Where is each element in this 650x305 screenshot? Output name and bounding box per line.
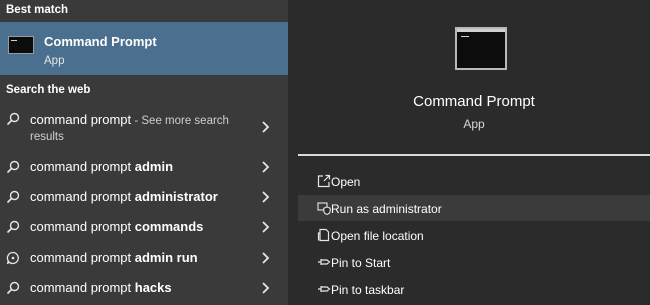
open-icon: [317, 174, 331, 188]
search-icon: [6, 160, 20, 174]
chat-bubble-icon: [6, 251, 19, 265]
web-result-prefix: command prompt: [30, 250, 135, 265]
web-result-bold: administrator: [134, 189, 218, 204]
chevron-right-icon: [262, 221, 270, 233]
details-pane: Command Prompt App Open Run as administr…: [288, 0, 650, 305]
run-as-administrator-label: Run as administrator: [331, 202, 442, 216]
chevron-right-icon: [262, 161, 270, 173]
web-result-text: command prompt admin: [30, 159, 173, 174]
web-result-item[interactable]: command prompt commands: [0, 212, 288, 242]
web-result-text: command prompt administrator: [30, 189, 218, 204]
pin-to-start-label: Pin to Start: [331, 256, 391, 270]
open-label: Open: [331, 175, 361, 189]
search-icon: [6, 220, 20, 234]
divider: [298, 154, 650, 156]
see-more-text: - See more search: [131, 115, 229, 127]
web-result-prefix: command prompt: [30, 159, 135, 174]
command-prompt-icon: [455, 27, 507, 70]
best-match-name: Command Prompt: [44, 34, 157, 49]
web-result-bold: commands: [134, 219, 204, 234]
app-preview: Command Prompt App: [298, 0, 650, 156]
pin-to-taskbar-label: Pin to taskbar: [331, 283, 405, 297]
web-result-text: command prompt admin run: [30, 250, 198, 265]
web-result-item[interactable]: command prompt - See more search results: [0, 106, 288, 148]
web-result-text: command prompt hacks: [30, 280, 172, 295]
web-result-bold: admin: [134, 159, 174, 174]
web-result-line2: results: [30, 131, 64, 143]
web-result-prefix: command prompt: [30, 112, 132, 127]
icon-title-bar: [457, 29, 505, 32]
best-match-item[interactable]: Command Prompt App: [0, 22, 288, 75]
results-pane: Best match Command Prompt App Search the…: [0, 0, 288, 305]
open-file-location-action[interactable]: Open file location: [298, 222, 650, 248]
pin-to-taskbar-action[interactable]: Pin to taskbar: [298, 276, 650, 302]
web-result-item[interactable]: command prompt administrator: [0, 182, 288, 212]
icon-prompt-line: [461, 36, 469, 37]
start-search-panel: Best match Command Prompt App Search the…: [0, 0, 650, 305]
open-file-location-label: Open file location: [331, 229, 424, 243]
open-action[interactable]: Open: [298, 168, 650, 194]
best-match-type: App: [44, 55, 65, 67]
web-result-prefix: command prompt: [30, 219, 135, 234]
web-result-text: command prompt commands: [30, 219, 203, 234]
web-result-item[interactable]: command prompt admin run: [0, 243, 288, 273]
chevron-right-icon: [262, 191, 270, 203]
web-result-bold: admin run: [134, 250, 198, 265]
pin-to-start-action[interactable]: Pin to Start: [298, 249, 650, 275]
web-result-text: command prompt - See more search: [30, 112, 229, 127]
chevron-right-icon: [262, 121, 270, 133]
app-subtitle: App: [463, 117, 485, 131]
app-title: Command Prompt: [413, 93, 535, 110]
pin-icon: [318, 259, 331, 265]
web-result-item[interactable]: command prompt admin: [0, 152, 288, 182]
search-icon: [6, 190, 20, 204]
web-result-prefix: command prompt: [30, 189, 135, 204]
web-result-bold: hacks: [134, 280, 172, 295]
web-result-prefix: command prompt: [30, 280, 135, 295]
shield-icon: [317, 202, 331, 215]
run-as-administrator-action[interactable]: Run as administrator: [298, 195, 650, 221]
chevron-right-icon: [262, 252, 270, 264]
chevron-right-icon: [262, 282, 270, 294]
best-match-header: Best match: [6, 4, 68, 16]
command-prompt-icon: [8, 36, 34, 54]
pin-icon: [318, 286, 331, 292]
file-location-icon: [317, 228, 330, 242]
actions-list: Open Run as administrator Open file loca…: [298, 166, 650, 305]
web-result-item[interactable]: command prompt hacks: [0, 273, 288, 303]
search-web-header: Search the web: [6, 84, 91, 96]
search-icon: [6, 112, 20, 126]
search-icon: [6, 281, 20, 295]
